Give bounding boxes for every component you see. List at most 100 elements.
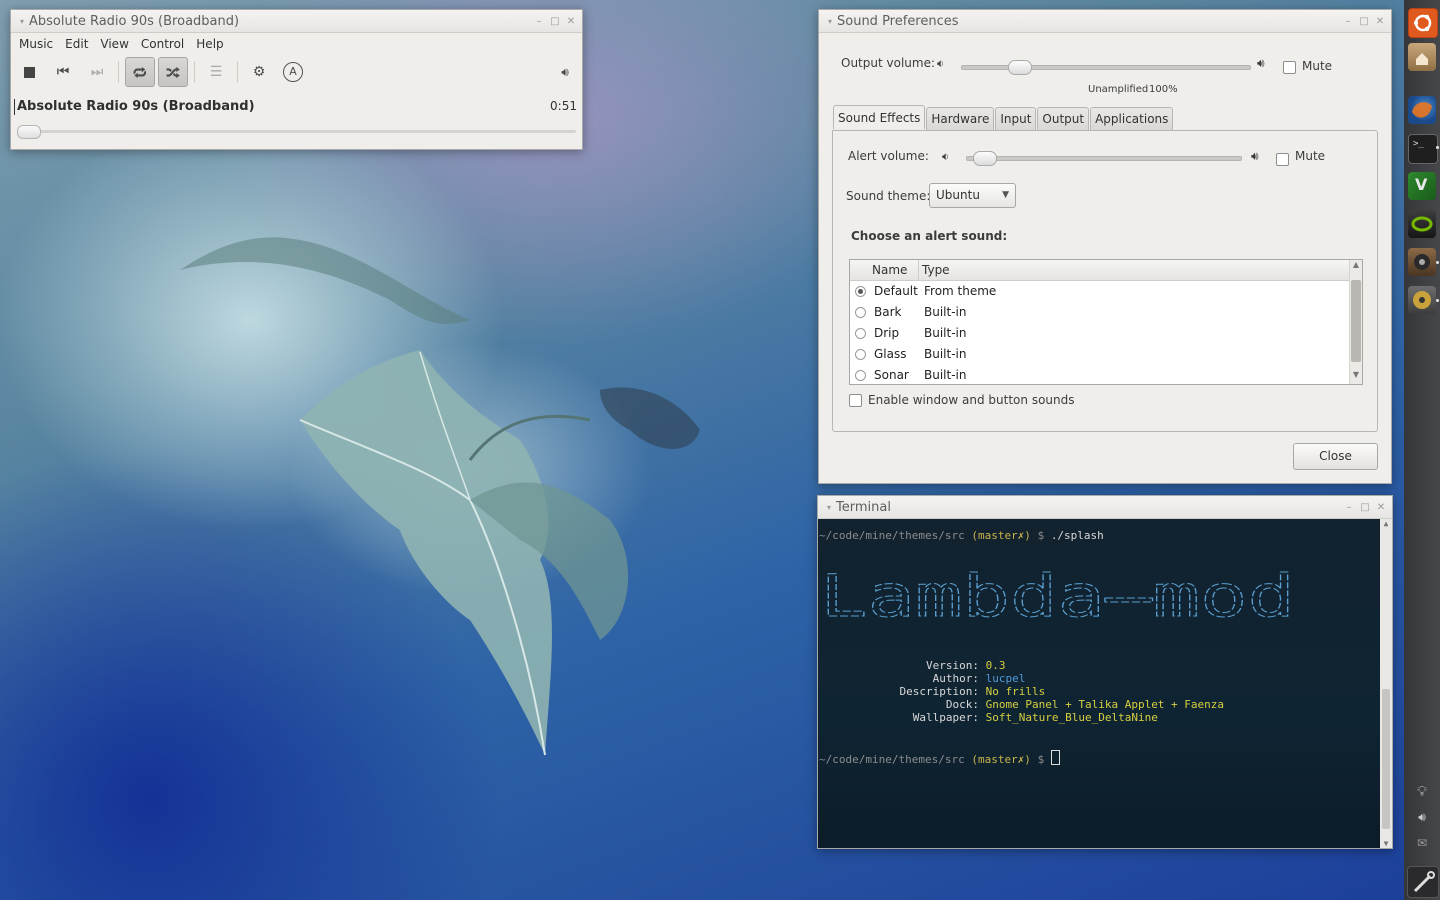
tab-input[interactable]: Input: [995, 107, 1037, 130]
window-menu-icon[interactable]: ▾: [823, 17, 837, 26]
speaker-icon[interactable]: [1408, 248, 1436, 276]
scroll-down-icon[interactable]: ▼: [1380, 839, 1392, 848]
dock-panel: >_ V 💡︎ 🔊︎ ✉: [1404, 0, 1440, 900]
terminal-icon[interactable]: >_: [1408, 134, 1438, 164]
minimize-icon[interactable]: –: [1342, 502, 1356, 513]
lightbulb-icon[interactable]: 💡︎: [1414, 784, 1430, 800]
list-item[interactable]: Bark Built-in: [850, 302, 1362, 323]
minimize-icon[interactable]: –: [1341, 16, 1355, 27]
sound-type: Built-in: [924, 347, 967, 361]
info-key: Wallpaper:: [912, 711, 979, 724]
list-item[interactable]: Sonar Built-in: [850, 365, 1362, 386]
preferences-button[interactable]: ⚙: [244, 57, 274, 87]
radio[interactable]: [855, 370, 866, 381]
alert-volume-slider[interactable]: [966, 151, 1242, 166]
column-type[interactable]: Type: [922, 263, 950, 277]
sound-name: Default: [874, 284, 918, 298]
nvidia-icon[interactable]: [1408, 210, 1436, 238]
player-toolbar: ⏮ ⏭ 🔁︎ 🔀︎ ☰ ⚙ A 🔊︎: [11, 55, 582, 89]
minimize-icon[interactable]: –: [532, 16, 546, 27]
shuffle-toggle[interactable]: 🔀︎: [158, 57, 188, 87]
output-volume-label: Output volume:: [841, 56, 935, 70]
playlist-button[interactable]: ☰: [201, 57, 231, 87]
toolbar-separator: [237, 61, 238, 83]
output-volume-slider[interactable]: [961, 60, 1251, 75]
choose-alert-label: Choose an alert sound:: [851, 229, 1008, 243]
scroll-down-icon[interactable]: ▼: [1350, 370, 1362, 384]
scroll-up-icon[interactable]: ▲: [1350, 260, 1362, 274]
output-volume-knob[interactable]: [1007, 60, 1032, 75]
unamplified-label: Unamplified: [1088, 84, 1149, 95]
alert-sound-list: Name Type Default From theme Bark Built-…: [849, 259, 1363, 385]
tab-output[interactable]: Output: [1037, 107, 1090, 130]
list-scrollbar[interactable]: ▲ ▼: [1349, 260, 1362, 384]
info-key: Description:: [899, 685, 979, 698]
mail-icon[interactable]: ✉: [1414, 836, 1430, 852]
terminal-titlebar[interactable]: ▾ Terminal – □ ✕: [818, 496, 1392, 519]
sound-theme-select[interactable]: Ubuntu ▼: [929, 183, 1016, 208]
volume-icon[interactable]: 🔊︎: [1414, 810, 1430, 826]
list-item[interactable]: Default From theme: [850, 281, 1362, 302]
repeat-icon: 🔁︎: [133, 65, 147, 82]
list-item[interactable]: Drip Built-in: [850, 323, 1362, 344]
close-icon[interactable]: ✕: [564, 16, 578, 27]
settings-icon[interactable]: [1407, 866, 1439, 898]
sound-preferences-titlebar[interactable]: ▾ Sound Preferences – □ ✕: [819, 10, 1391, 33]
sound-type: Built-in: [924, 305, 967, 319]
alert-mute-checkbox[interactable]: [1276, 153, 1289, 166]
menu-music[interactable]: Music: [13, 37, 59, 51]
info-value: No frills: [985, 685, 1046, 698]
ubuntu-logo-icon[interactable]: [1408, 8, 1438, 38]
terminal-scrollbar[interactable]: ▲ ▼: [1380, 519, 1392, 848]
rhythmbox-titlebar[interactable]: ▾ Absolute Radio 90s (Broadband) – □ ✕: [11, 10, 582, 33]
menu-view[interactable]: View: [94, 37, 134, 51]
window-menu-icon[interactable]: ▾: [822, 503, 836, 512]
scrollbar-thumb[interactable]: [1382, 689, 1390, 829]
stop-button[interactable]: [14, 57, 44, 87]
radio[interactable]: [855, 307, 866, 318]
column-name[interactable]: Name: [872, 263, 907, 277]
next-button[interactable]: ⏭: [82, 57, 112, 87]
tab-sound-effects[interactable]: Sound Effects: [833, 105, 926, 129]
home-folder-icon[interactable]: [1408, 43, 1436, 71]
menu-control[interactable]: Control: [135, 37, 190, 51]
info-key: Dock:: [945, 698, 979, 711]
close-icon[interactable]: ✕: [1374, 502, 1388, 513]
podcast-button[interactable]: A: [278, 57, 308, 87]
terminal-output[interactable]: ~/code/mine/themes/src (master✗) $ ./spl…: [818, 519, 1392, 848]
list-item[interactable]: Glass Built-in: [850, 344, 1362, 365]
seek-knob[interactable]: [17, 125, 41, 139]
maximize-icon[interactable]: □: [548, 16, 562, 27]
now-playing-title: Absolute Radio 90s (Broadband): [17, 98, 255, 114]
maximize-icon[interactable]: □: [1357, 16, 1371, 27]
gear-icon: ⚙: [252, 64, 266, 80]
scroll-up-icon[interactable]: ▲: [1380, 519, 1392, 528]
window-menu-icon[interactable]: ▾: [15, 17, 29, 26]
volume-button[interactable]: 🔊︎: [550, 57, 580, 87]
close-button[interactable]: Close: [1293, 443, 1378, 470]
seek-bar[interactable]: [17, 125, 576, 139]
radio-selected[interactable]: [855, 286, 866, 297]
volume-low-icon: 🔉︎: [942, 150, 949, 163]
firefox-icon[interactable]: [1408, 96, 1436, 124]
menu-edit[interactable]: Edit: [59, 37, 94, 51]
maximize-icon[interactable]: □: [1358, 502, 1372, 513]
output-mute-checkbox[interactable]: [1283, 61, 1296, 74]
radio[interactable]: [855, 349, 866, 360]
rhythmbox-icon[interactable]: [1408, 286, 1436, 314]
previous-button[interactable]: ⏮: [48, 57, 78, 87]
repeat-toggle[interactable]: 🔁︎: [125, 57, 155, 87]
enable-sounds-checkbox[interactable]: [849, 394, 862, 407]
radio[interactable]: [855, 328, 866, 339]
prompt-branch: (master✗): [971, 529, 1031, 542]
rhythmbox-window: ▾ Absolute Radio 90s (Broadband) – □ ✕ M…: [10, 9, 583, 150]
tab-applications[interactable]: Applications: [1090, 107, 1174, 130]
menu-help[interactable]: Help: [190, 37, 229, 51]
vim-icon[interactable]: V: [1408, 172, 1436, 200]
scrollbar-thumb[interactable]: [1351, 280, 1361, 362]
alert-volume-knob[interactable]: [973, 151, 997, 166]
close-icon[interactable]: ✕: [1373, 16, 1387, 27]
info-line: Dock: Gnome Panel + Talika Applet + Faen…: [819, 698, 1224, 711]
next-icon: ⏭: [90, 64, 104, 80]
tab-hardware[interactable]: Hardware: [926, 107, 995, 130]
